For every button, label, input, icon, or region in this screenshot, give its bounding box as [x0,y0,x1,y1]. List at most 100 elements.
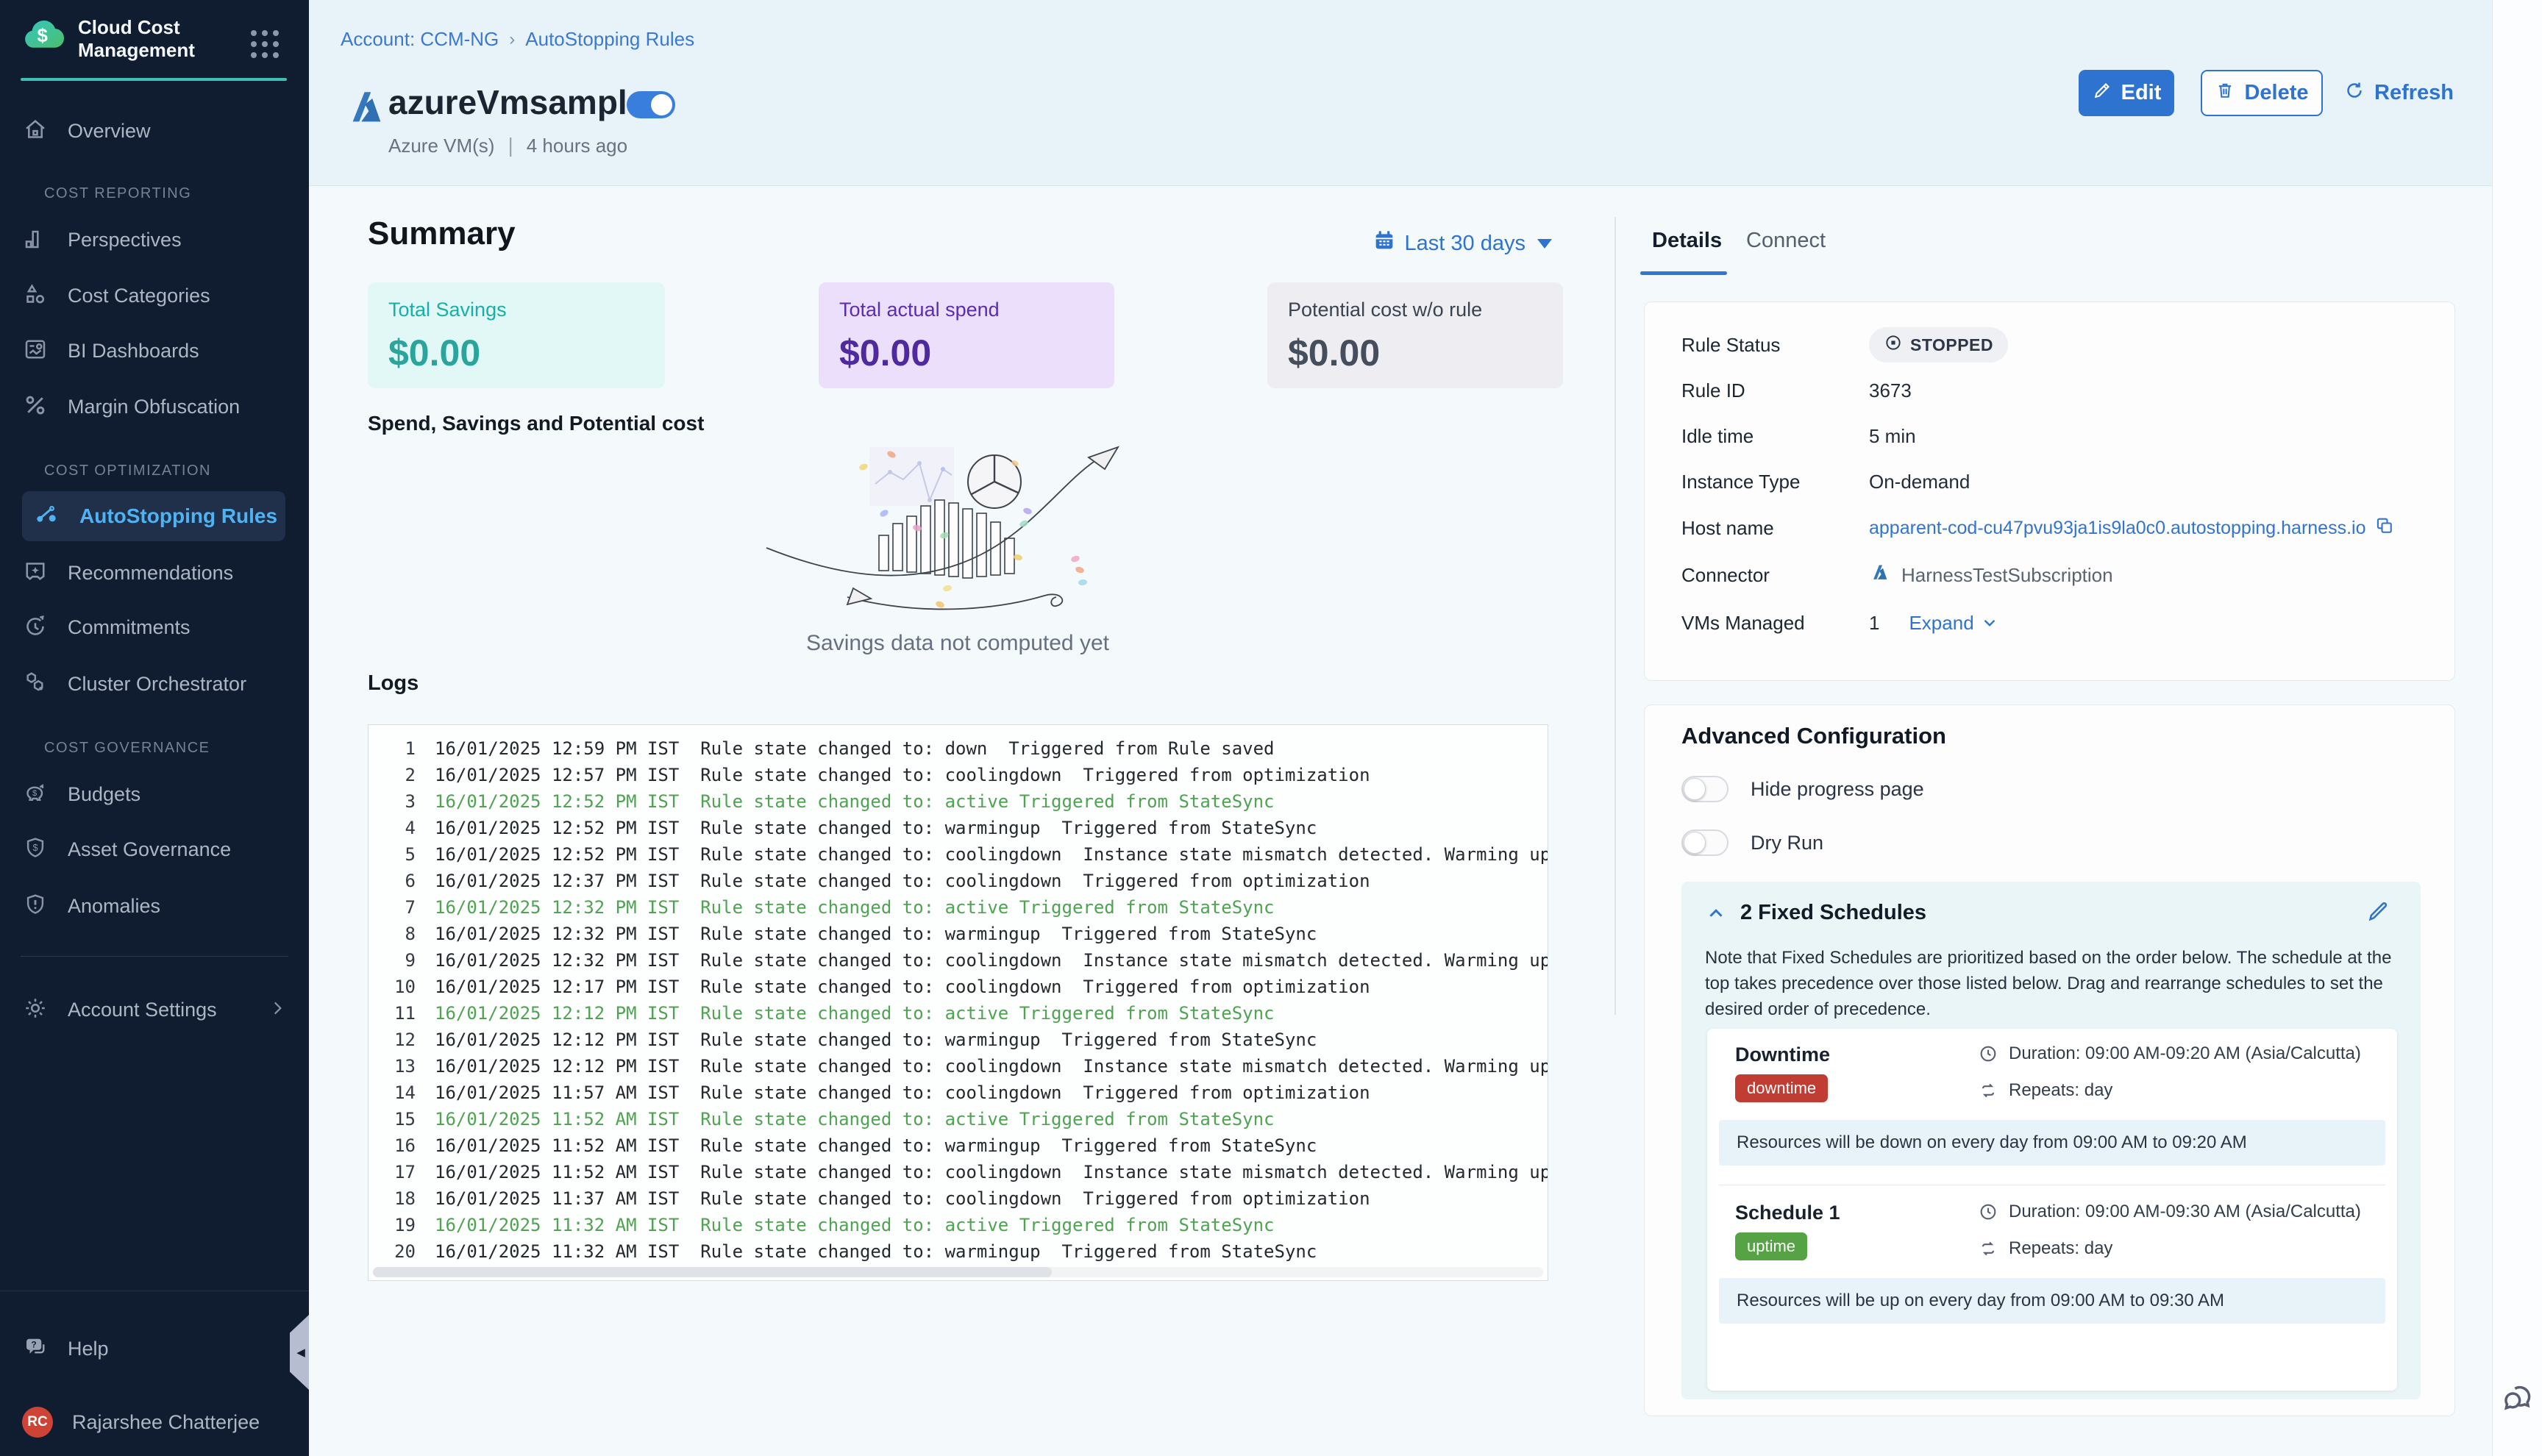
log-line-number: 4 [380,818,416,838]
sidebar-item-margin-obfuscation[interactable]: Margin Obfuscation [22,386,287,427]
sidebar-item-label: AutoStopping Rules [79,504,277,528]
hide-progress-toggle-row: Hide progress page [1681,776,1924,802]
sidebar-item-cluster-orchestrator[interactable]: Cluster Orchestrator [22,663,287,704]
fixed-schedules-header[interactable]: 2 Fixed Schedules [1705,901,1926,925]
support-chat-icon[interactable] [2498,1377,2539,1421]
breadcrumb: Account: CCM-NG › AutoStopping Rules [341,28,694,51]
log-line-text: 16/01/2025 12:12 PM IST Rule state chang… [435,1056,1548,1077]
hide-progress-toggle[interactable] [1681,776,1729,802]
log-line-number: 11 [380,1003,416,1024]
bar-chart-icon [22,225,49,255]
host-name-link[interactable]: apparent-cod-cu47pvu93ja1is9la0c0.autost… [1869,515,2395,541]
edit-button-label: Edit [2121,81,2162,105]
sidebar-item-overview[interactable]: Overview [22,110,287,151]
log-line-text: 16/01/2025 12:52 PM IST Rule state chang… [435,844,1548,865]
app-title: Cloud Cost Management [78,16,225,62]
sidebar-item-label: Cost Categories [68,285,210,307]
brand-accent-rule [21,78,287,81]
log-line-text: 16/01/2025 11:32 AM IST Rule state chang… [435,1215,1275,1235]
log-entry: 216/01/2025 12:57 PM IST Rule state chan… [380,762,1540,788]
sidebar-item-budgets[interactable]: $ Budgets [22,774,287,815]
log-line-text: 16/01/2025 12:32 PM IST Rule state chang… [435,924,1317,944]
repeat-icon [1978,1080,1998,1101]
log-line-text: 16/01/2025 12:32 PM IST Rule state chang… [435,950,1548,971]
edit-schedules-pencil-icon[interactable] [2365,898,2391,928]
breadcrumb-account[interactable]: Account: CCM-NG [341,28,499,51]
sidebar-item-asset-governance[interactable]: $ Asset Governance [22,829,287,870]
schedule-name: Downtime [1735,1043,1830,1066]
stop-circle-icon [1884,333,1903,357]
log-entry: 19 16/01/2025 11:32 AM IST Rule state cha… [380,1212,1540,1238]
connector-value: HarnessTestSubscription [1869,563,2113,588]
tab-active-underline [1640,271,1727,275]
detail-label: Host name [1681,517,1869,540]
piggy-bank-icon: $ [22,779,49,810]
detail-label: Connector [1681,564,1869,587]
schedule-duration-row: Duration: 09:00 AM-09:20 AM (Asia/Calcut… [1978,1043,2361,1064]
sidebar-item-recommendations[interactable]: Recommendations [22,552,287,593]
logs-heading: Logs [368,671,419,696]
sidebar-item-autostopping-rules[interactable]: AutoStopping Rules [22,491,285,541]
sidebar-item-perspectives[interactable]: Perspectives [22,219,287,260]
sidebar-item-cost-categories[interactable]: Cost Categories [22,275,287,316]
fixed-schedules-title: 2 Fixed Schedules [1740,901,1926,925]
help-chat-icon: ? [22,1334,49,1364]
rule-enabled-toggle[interactable] [627,91,675,118]
expand-vms-link[interactable]: Expand [1909,612,1998,635]
schedule-duration-row: Duration: 09:00 AM-09:30 AM (Asia/Calcut… [1978,1202,2361,1222]
tab-details[interactable]: Details [1652,229,1722,253]
log-line-number: 3 [380,791,416,812]
detail-value: On-demand [1869,471,1970,493]
copy-icon[interactable] [2374,515,2395,541]
dry-run-toggle[interactable] [1681,829,1729,856]
sidebar-item-commitments[interactable]: Commitments [22,607,287,648]
delete-button[interactable]: Delete [2201,70,2323,116]
log-entry: 1716/01/2025 11:52 AM IST Rule state cha… [380,1159,1540,1185]
log-entry: 1316/01/2025 12:12 PM IST Rule state cha… [380,1053,1540,1079]
schedule-repeats-row: Repeats: day [1978,1080,2112,1101]
edit-button[interactable]: Edit [2079,70,2174,116]
sidebar: $ Cloud Cost Management Overview COST RE… [0,0,309,1456]
sidebar-item-anomalies[interactable]: Anomalies [22,885,287,927]
toggle-label: Hide progress page [1751,778,1924,801]
sidebar-item-account-settings[interactable]: Account Settings [22,989,287,1030]
card-label: Potential cost w/o rule [1288,299,1542,321]
log-entry: 916/01/2025 12:32 PM IST Rule state chan… [380,947,1540,974]
log-line-number: 2 [380,765,416,785]
last-updated-label: 4 hours ago [527,135,627,157]
breadcrumb-page[interactable]: AutoStopping Rules [525,28,694,51]
sidebar-item-bi-dashboards[interactable]: BI Dashboards [22,330,287,371]
gear-icon [22,995,49,1025]
chevron-down-icon [1537,239,1552,249]
schedule-type-badge: uptime [1735,1232,1807,1260]
hexagons-gear-icon [22,669,49,699]
refresh-button[interactable]: Refresh [2336,70,2461,116]
date-range-dropdown[interactable]: Last 30 days [1287,229,1552,258]
schedule-summary-bar: Resources will be down on every day from… [1719,1120,2385,1166]
svg-text:$: $ [32,788,38,797]
status-badge: STOPPED [1869,327,2008,363]
sidebar-item-label: BI Dashboards [68,340,199,363]
sidebar-item-help[interactable]: ? Help [22,1328,287,1369]
card-value: $0.00 [388,332,644,374]
chart-section-title: Spend, Savings and Potential cost [368,412,704,435]
fixed-schedules-panel: 2 Fixed Schedules Note that Fixed Schedu… [1681,882,2421,1399]
resource-type-label: Azure VM(s) [388,135,494,157]
log-line-number: 7 [380,897,416,918]
log-entry: 1016/01/2025 12:17 PM IST Rule state cha… [380,974,1540,1000]
log-line-text: 16/01/2025 11:52 AM IST Rule state chang… [435,1109,1275,1130]
log-line-number: 19 [380,1215,416,1235]
delete-button-label: Delete [2244,81,2308,105]
clock-icon [1978,1202,1998,1222]
log-line-text: 16/01/2025 11:32 AM IST Rule state chang… [435,1241,1317,1262]
log-line-text: 16/01/2025 12:17 PM IST Rule state chang… [435,977,1370,997]
log-line-text: 16/01/2025 12:59 PM IST Rule state chang… [435,738,1275,759]
sidebar-item-label: Recommendations [68,562,233,585]
sidebar-item-label: Help [68,1338,109,1360]
log-entry: 116/01/2025 12:59 PM IST Rule state chan… [380,735,1540,762]
app-switcher-grid-icon[interactable] [249,28,281,60]
log-line-text: 16/01/2025 12:12 PM IST Rule state chang… [435,1003,1275,1024]
logs-horizontal-scrollbar[interactable] [373,1267,1543,1277]
tab-connect[interactable]: Connect [1746,229,1826,253]
sidebar-user[interactable]: RC Rajarshee Chatterjee [22,1402,287,1443]
